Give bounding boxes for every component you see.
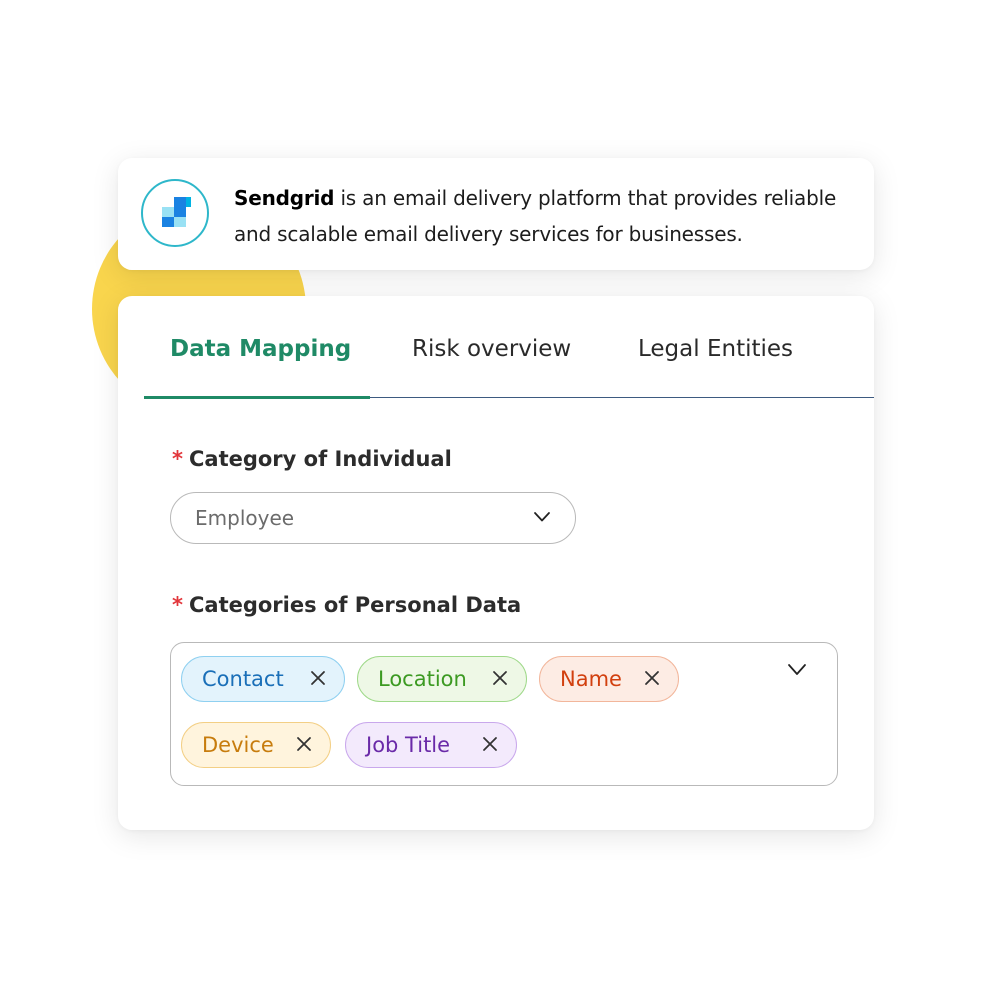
tab-legal-entities[interactable]: Legal Entities [638,336,793,362]
category-individual-label-text: Category of Individual [188,447,452,471]
chip-location[interactable]: Location [357,656,527,702]
close-icon[interactable] [492,670,508,686]
chip-label: Name [560,667,622,691]
required-marker: * [172,447,183,471]
category-individual-select[interactable]: Employee [170,492,576,544]
description-line-1: is an email delivery platform that provi… [334,186,837,210]
page: Sendgrid is an email delivery platform t… [0,0,1000,1000]
description-line-2: and scalable email delivery services for… [234,222,743,246]
category-individual-label: * Category of Individual [172,447,452,471]
tab-risk-overview[interactable]: Risk overview [412,336,571,362]
sendgrid-logo-graphic [162,197,191,227]
tab-bar: Data Mapping Risk overview Legal Entitie… [144,296,874,399]
chip-label: Location [378,667,467,691]
chevron-down-icon [534,512,550,522]
chip-contact[interactable]: Contact [181,656,345,702]
chip-label: Contact [202,667,284,691]
chip-device[interactable]: Device [181,722,331,768]
close-icon[interactable] [644,670,660,686]
categories-personal-data-label: * Categories of Personal Data [172,593,521,617]
sendgrid-logo-icon [141,179,209,247]
chip-name[interactable]: Name [539,656,679,702]
close-icon[interactable] [310,670,326,686]
close-icon[interactable] [482,736,498,752]
tab-data-mapping[interactable]: Data Mapping [170,336,351,362]
categories-personal-data-label-text: Categories of Personal Data [188,593,522,617]
app-info-card: Sendgrid is an email delivery platform t… [118,158,874,270]
brand-name: Sendgrid [234,186,335,210]
chip-label: Job Title [366,733,451,757]
chip-job-title[interactable]: Job Title [345,722,517,768]
active-tab-indicator [144,396,370,399]
data-mapping-card: Data Mapping Risk overview Legal Entitie… [118,296,874,830]
chevron-down-icon[interactable] [787,663,807,677]
category-individual-value: Employee [195,506,295,530]
categories-personal-data-multiselect[interactable]: Contact Location Name Device Job Title [170,642,838,786]
required-marker: * [172,593,183,617]
app-description: Sendgrid is an email delivery platform t… [234,180,854,252]
chip-label: Device [202,733,274,757]
close-icon[interactable] [296,736,312,752]
